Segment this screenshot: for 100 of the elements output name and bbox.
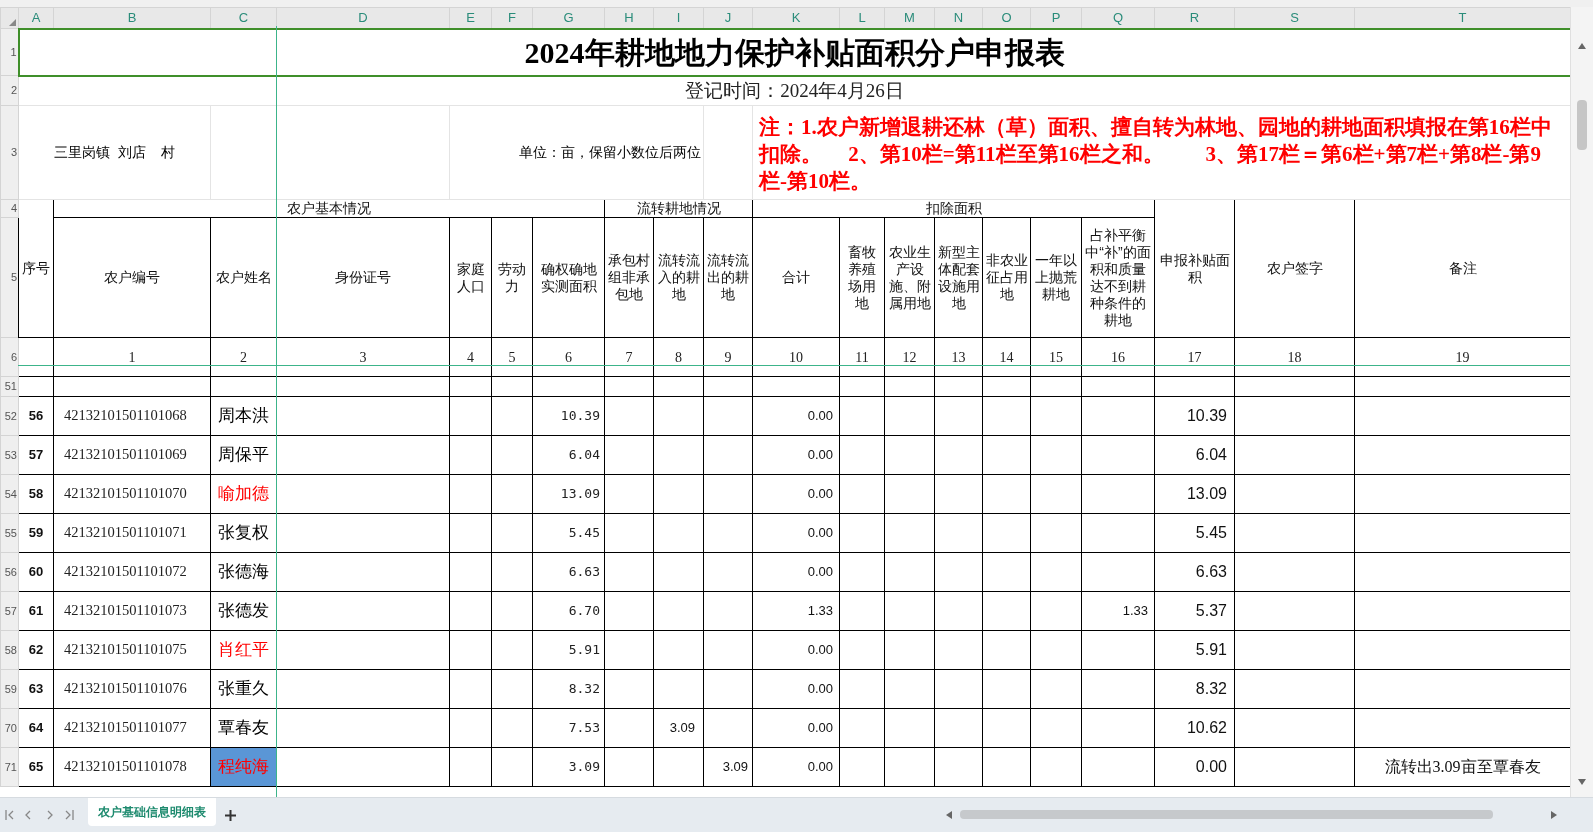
row-header[interactable]: 59	[0, 669, 19, 709]
table-cell: 61	[18, 591, 54, 631]
column-group-header: 农户基本情况	[53, 199, 605, 218]
row-header[interactable]: 6	[0, 337, 19, 377]
farmer-name: 肖红平	[218, 640, 269, 660]
table-cell: 57	[18, 435, 54, 475]
table-cell[interactable]: 张德海	[210, 552, 277, 592]
farmer-name: 喻加德	[218, 484, 269, 504]
table-cell: 1.33	[1081, 591, 1155, 631]
row-header[interactable]: 52	[0, 396, 19, 436]
table-cell[interactable]: 张重久	[210, 669, 277, 709]
column-letter-header[interactable]: K	[752, 7, 840, 29]
column-letter-header[interactable]: P	[1030, 7, 1082, 29]
column-header: 农户签字	[1234, 199, 1355, 338]
table-cell: 6.04	[1154, 435, 1235, 475]
table-cell[interactable]: 肖红平	[210, 630, 277, 670]
table-cell: 42132101501101077	[53, 708, 211, 748]
first-sheet-icon[interactable]	[5, 810, 14, 820]
table-cell: 5.91	[1154, 630, 1235, 670]
table-cell: 3.09	[532, 747, 605, 787]
row-header[interactable]: 57	[0, 591, 19, 631]
table-cell: 42132101501101073	[53, 591, 211, 631]
sheet-title: 2024年耕地地力保护补贴面积分户申报表	[524, 35, 1065, 69]
column-letter-header[interactable]: O	[982, 7, 1031, 29]
column-letter-header[interactable]: G	[532, 7, 605, 29]
column-letter-header[interactable]: N	[934, 7, 983, 29]
column-header: 承包村组非承包地	[604, 217, 654, 338]
row-header[interactable]: 70	[0, 708, 19, 748]
farmer-name: 周保平	[218, 445, 269, 465]
scroll-down-icon[interactable]	[1578, 779, 1586, 785]
table-cell: 0.00	[752, 669, 840, 709]
column-header: 劳动力	[491, 217, 533, 338]
farmer-name: 张德发	[218, 601, 269, 621]
row-header[interactable]: 3	[0, 105, 19, 200]
row-header[interactable]: 58	[0, 630, 19, 670]
row-header[interactable]: 2	[0, 75, 19, 106]
column-header: 申报补贴面积	[1154, 199, 1235, 338]
column-letter-header[interactable]: L	[839, 7, 885, 29]
column-header: 家庭人口	[449, 217, 492, 338]
farmer-name: 张重久	[218, 679, 269, 699]
table-cell[interactable]: 周本洪	[210, 396, 277, 436]
row-header[interactable]: 1	[0, 28, 19, 76]
table-cell: 10.62	[1154, 708, 1235, 748]
sheet-tab[interactable]: 农户基础信息明细表	[88, 798, 216, 826]
table-cell: 0.00	[1154, 747, 1235, 787]
column-letter-header[interactable]: F	[491, 7, 533, 29]
table-cell: 42132101501101075	[53, 630, 211, 670]
column-letter-header[interactable]: E	[449, 7, 492, 29]
column-header: 一年以上抛荒耕地	[1030, 217, 1082, 338]
table-cell: 6.63	[1154, 552, 1235, 592]
previous-sheet-icon[interactable]	[25, 810, 31, 820]
row-header[interactable]: 71	[0, 747, 19, 787]
table-cell: 42132101501101071	[53, 513, 211, 553]
column-letter-header[interactable]: I	[653, 7, 704, 29]
table-cell[interactable]: 覃春友	[210, 708, 277, 748]
next-sheet-icon[interactable]	[47, 810, 53, 820]
column-letter-header[interactable]: B	[53, 7, 211, 29]
scroll-left-icon[interactable]	[946, 811, 952, 819]
row-header[interactable]: 5	[0, 217, 19, 338]
table-cell[interactable]: 张德发	[210, 591, 277, 631]
row-header[interactable]: 55	[0, 513, 19, 553]
column-letter-header[interactable]: H	[604, 7, 654, 29]
vertical-scrollbar[interactable]	[1570, 7, 1593, 797]
column-letter-header[interactable]: R	[1154, 7, 1235, 29]
select-all-icon[interactable]	[9, 18, 16, 26]
table-cell: 0.00	[752, 474, 840, 514]
table-cell: 5.45	[1154, 513, 1235, 553]
scroll-up-icon[interactable]	[1578, 43, 1586, 49]
last-sheet-icon[interactable]	[65, 810, 74, 820]
column-letter-header[interactable]: S	[1234, 7, 1355, 29]
column-letter-header[interactable]: A	[18, 7, 54, 29]
row-header[interactable]: 56	[0, 552, 19, 592]
scroll-thumb[interactable]	[1577, 100, 1587, 150]
column-letter-header[interactable]: M	[884, 7, 935, 29]
table-cell: 60	[18, 552, 54, 592]
scroll-right-icon[interactable]	[1551, 811, 1557, 819]
row-header[interactable]: 51	[0, 376, 19, 397]
table-cell[interactable]: 张复权	[210, 513, 277, 553]
row-header[interactable]: 54	[0, 474, 19, 514]
table-cell: 42132101501101068	[53, 396, 211, 436]
table-cell: 6.04	[532, 435, 605, 475]
column-header: 流转流出的耕地	[703, 217, 753, 338]
column-letter-header[interactable]: D	[276, 7, 450, 29]
horizontal-scroll-thumb[interactable]	[960, 810, 1493, 819]
table-cell: 3.09	[653, 708, 704, 748]
column-letter-header[interactable]: Q	[1081, 7, 1155, 29]
table-cell[interactable]: 喻加德	[210, 474, 277, 514]
farmer-name: 程纯海	[218, 757, 269, 777]
column-letter-header[interactable]: T	[1354, 7, 1570, 29]
farmer-name: 覃春友	[218, 718, 269, 738]
row-header[interactable]: 53	[0, 435, 19, 475]
column-header: 农户编号	[53, 217, 211, 338]
table-cell: 10.39	[1154, 396, 1235, 436]
table-cell: 0.00	[752, 552, 840, 592]
add-sheet-icon[interactable]	[225, 810, 236, 821]
column-letter-header[interactable]: C	[210, 7, 277, 29]
column-letter-header[interactable]: J	[703, 7, 753, 29]
farmer-name: 张复权	[218, 523, 269, 543]
column-group-header: 扣除面积	[752, 199, 1155, 218]
table-cell[interactable]: 周保平	[210, 435, 277, 475]
